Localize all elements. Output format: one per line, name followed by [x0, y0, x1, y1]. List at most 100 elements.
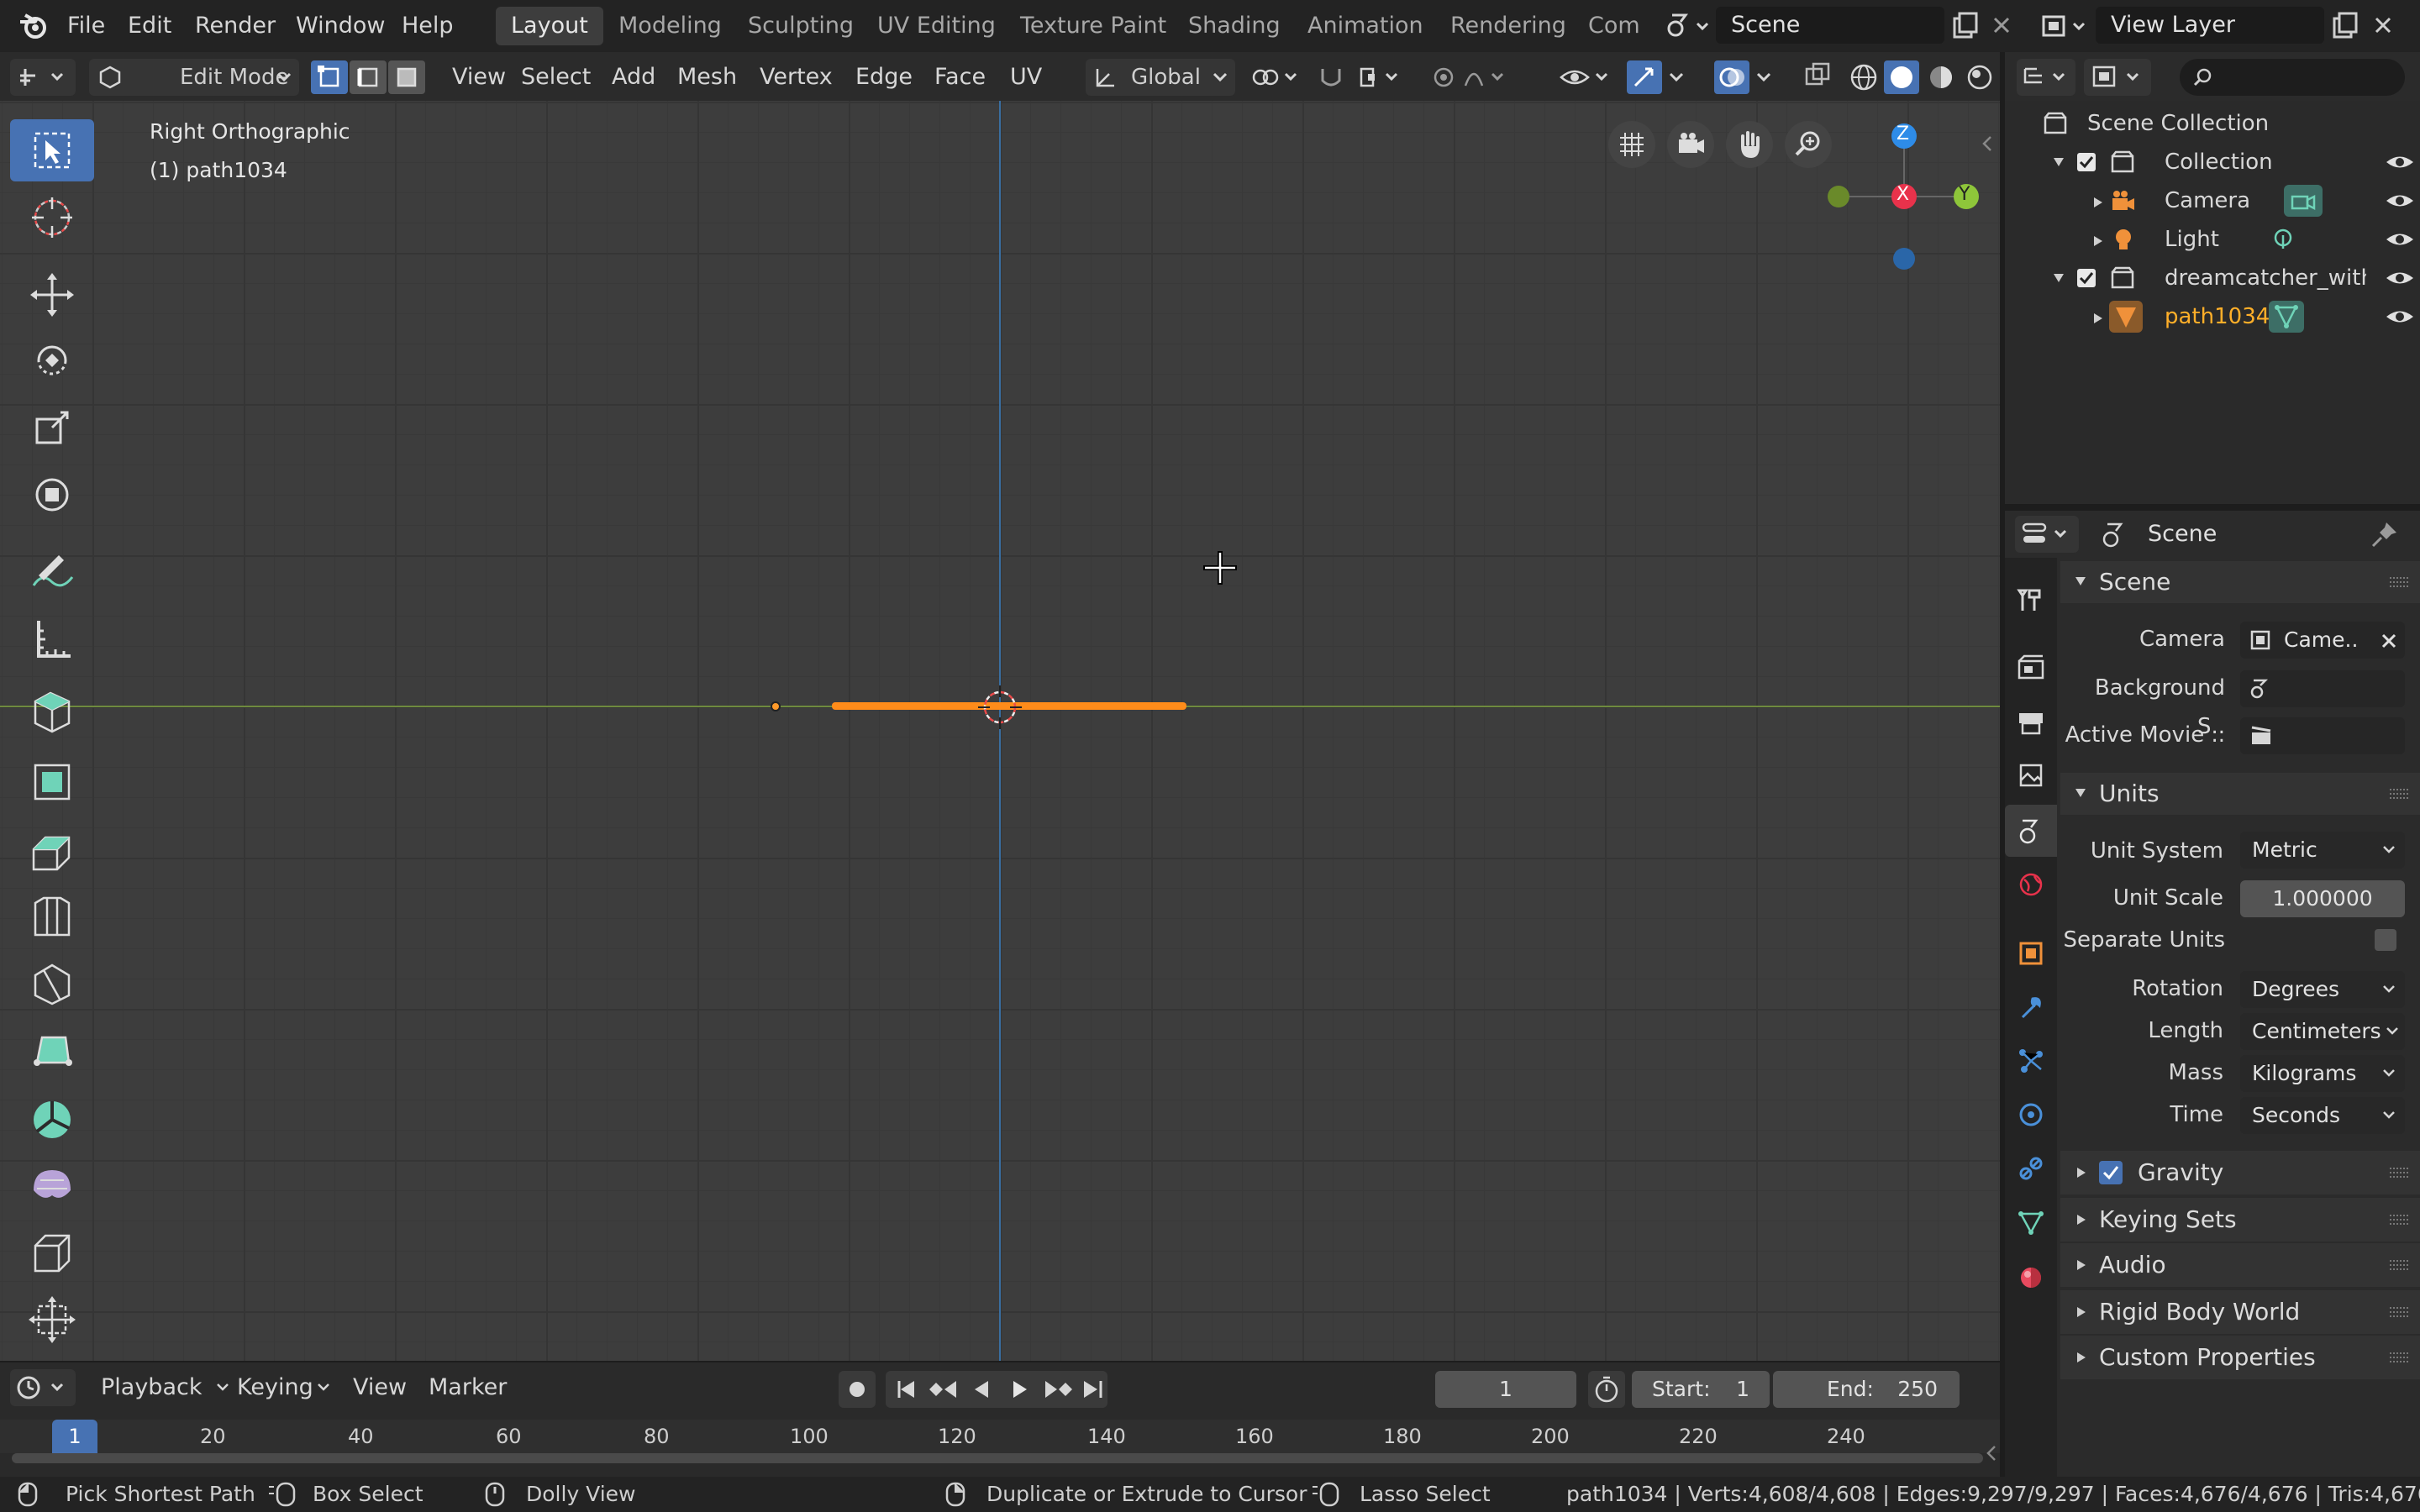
tab-animation[interactable]: Animation	[1292, 7, 1439, 45]
outliner-row-camera[interactable]: Camera	[2005, 181, 2420, 220]
expand-arrow-icon[interactable]	[2052, 156, 2065, 168]
mode-dropdown[interactable]: Edit Mode	[89, 59, 299, 96]
tab-uv-editing[interactable]: UV Editing	[862, 7, 1011, 45]
outliner-row-path1034[interactable]: path1034	[2005, 297, 2420, 336]
jump-to-keyframe-next-icon[interactable]	[1042, 1373, 1076, 1406]
new-scene-icon[interactable]	[1949, 10, 1981, 42]
menu-mesh[interactable]: Mesh	[664, 59, 750, 96]
eye-icon[interactable]	[2385, 307, 2415, 326]
audio-panel-header[interactable]: Audio	[2060, 1243, 2420, 1287]
tab-modeling[interactable]: Modeling	[603, 7, 737, 45]
eye-icon[interactable]	[2385, 192, 2415, 210]
play-reverse-icon[interactable]	[965, 1373, 998, 1406]
rotation-dropdown[interactable]: Degrees	[2240, 971, 2405, 1008]
pan-view-hand-icon[interactable]	[1726, 121, 1773, 168]
bevel-tool[interactable]	[10, 885, 94, 948]
rip-tool[interactable]	[10, 1289, 94, 1351]
shear-tool[interactable]	[10, 1221, 94, 1284]
edge-select-mode-toggle[interactable]	[350, 60, 387, 94]
loop-cut-tool[interactable]	[10, 953, 94, 1015]
view-layer-selector-icon[interactable]	[2040, 10, 2091, 42]
tab-view-layer-icon[interactable]	[2005, 749, 2057, 801]
jump-to-start-icon[interactable]	[889, 1373, 923, 1406]
clear-camera-icon[interactable]	[2380, 632, 2398, 650]
camera-view-icon[interactable]	[1667, 121, 1714, 168]
navigation-gizmo[interactable]: Z X Y	[1817, 118, 2002, 286]
transform-tool[interactable]	[10, 464, 94, 526]
menu-uv[interactable]: UV	[997, 59, 1055, 96]
tab-modifiers-icon[interactable]	[2005, 981, 2057, 1033]
camera-data-icon[interactable]	[2284, 185, 2323, 217]
material-preview-icon[interactable]	[1924, 60, 1958, 94]
tab-data-icon[interactable]	[2005, 1196, 2057, 1248]
record-button[interactable]	[839, 1371, 876, 1408]
tab-tool-icon[interactable]	[2005, 575, 2057, 627]
outliner-row-light[interactable]: Light	[2005, 220, 2420, 259]
tab-output-icon[interactable]	[2005, 697, 2057, 749]
vertex-select-mode-toggle[interactable]	[311, 60, 348, 94]
tab-particles-icon[interactable]	[2005, 1035, 2057, 1087]
menu-select[interactable]: Select	[508, 59, 604, 96]
properties-editor-type-icon[interactable]	[2015, 516, 2079, 553]
snap-icon[interactable]	[1316, 60, 1408, 94]
poly-build-tool[interactable]	[10, 1020, 94, 1082]
rigid-body-world-panel-header[interactable]: Rigid Body World	[2060, 1290, 2420, 1334]
tab-rendering[interactable]: Rendering	[1435, 7, 1581, 45]
menu-face[interactable]: Face	[921, 59, 999, 96]
new-view-layer-icon[interactable]	[2329, 10, 2361, 42]
smooth-tool[interactable]	[10, 1154, 94, 1216]
scene-name-field[interactable]: Scene	[1716, 7, 1944, 44]
gravity-checkbox[interactable]	[2099, 1161, 2123, 1184]
light-data-icon[interactable]	[2270, 227, 2296, 252]
tab-compositing[interactable]: Com	[1573, 7, 1655, 45]
unit-scale-field[interactable]: 1.000000	[2240, 880, 2405, 917]
playback-menu[interactable]: Playback	[87, 1369, 235, 1406]
drag-handle-icon[interactable]	[2388, 575, 2410, 590]
start-frame-field[interactable]: Start: 1	[1632, 1371, 1770, 1408]
mesh-data-icon[interactable]	[2269, 301, 2304, 333]
menu-help[interactable]: Help	[402, 0, 454, 52]
timeline-sidebar-toggle-icon[interactable]	[1985, 1443, 1998, 1463]
outliner-editor-type-icon[interactable]	[2017, 59, 2075, 96]
outliner-display-mode-icon[interactable]	[2084, 59, 2151, 96]
delete-scene-icon[interactable]	[1988, 12, 2015, 39]
timeline-editor-type-icon[interactable]	[10, 1369, 76, 1406]
keying-sets-panel-header[interactable]: Keying Sets	[2060, 1198, 2420, 1242]
menu-file[interactable]: File	[67, 0, 105, 52]
eye-icon[interactable]	[2385, 230, 2415, 249]
jump-to-end-icon[interactable]	[1079, 1373, 1109, 1406]
visibility-overlay-icon[interactable]	[1558, 60, 1617, 94]
sidebar-toggle-icon[interactable]	[1980, 133, 1995, 155]
tab-texture-paint[interactable]: Texture Paint	[1005, 7, 1181, 45]
tab-world-icon[interactable]	[2005, 858, 2057, 911]
playhead-frame-marker[interactable]: 1	[52, 1420, 97, 1453]
active-movie-clip-field[interactable]	[2240, 717, 2405, 754]
custom-properties-panel-header[interactable]: Custom Properties	[2060, 1336, 2420, 1379]
transform-orientation-dropdown[interactable]: Global	[1086, 59, 1235, 96]
mass-dropdown[interactable]: Kilograms	[2240, 1055, 2405, 1092]
gravity-panel-header[interactable]: Gravity	[2060, 1151, 2420, 1194]
timeline-scrollbar[interactable]	[12, 1453, 1983, 1463]
drag-handle-icon[interactable]	[2388, 1212, 2410, 1227]
drag-handle-icon[interactable]	[2388, 1165, 2410, 1180]
rotate-tool[interactable]	[10, 329, 94, 391]
current-frame-field[interactable]: 1	[1435, 1371, 1576, 1408]
menu-add[interactable]: Add	[598, 59, 669, 96]
rendered-shading-icon[interactable]	[1963, 60, 1996, 94]
expand-arrow-icon[interactable]	[2092, 235, 2104, 247]
3d-cursor-icon[interactable]	[978, 685, 1022, 729]
proportional-editing-icon[interactable]	[1427, 60, 1519, 94]
tab-shading[interactable]: Shading	[1173, 7, 1296, 45]
overlay-toggle-icon[interactable]	[1714, 60, 1749, 94]
select-box-tool[interactable]	[10, 119, 94, 181]
outliner-row-collection[interactable]: Collection	[2005, 143, 2420, 181]
scale-tool[interactable]	[10, 396, 94, 459]
expand-arrow-icon[interactable]	[2052, 272, 2065, 284]
jump-to-keyframe-prev-icon[interactable]	[926, 1373, 960, 1406]
outliner-search-input[interactable]	[2180, 59, 2405, 96]
editor-type-selector[interactable]	[10, 59, 76, 96]
keying-menu[interactable]: Keying	[224, 1369, 347, 1406]
gizmo-toggle-icon[interactable]	[1627, 60, 1662, 94]
annotate-tool[interactable]	[10, 541, 94, 603]
pin-icon[interactable]	[2370, 519, 2400, 549]
